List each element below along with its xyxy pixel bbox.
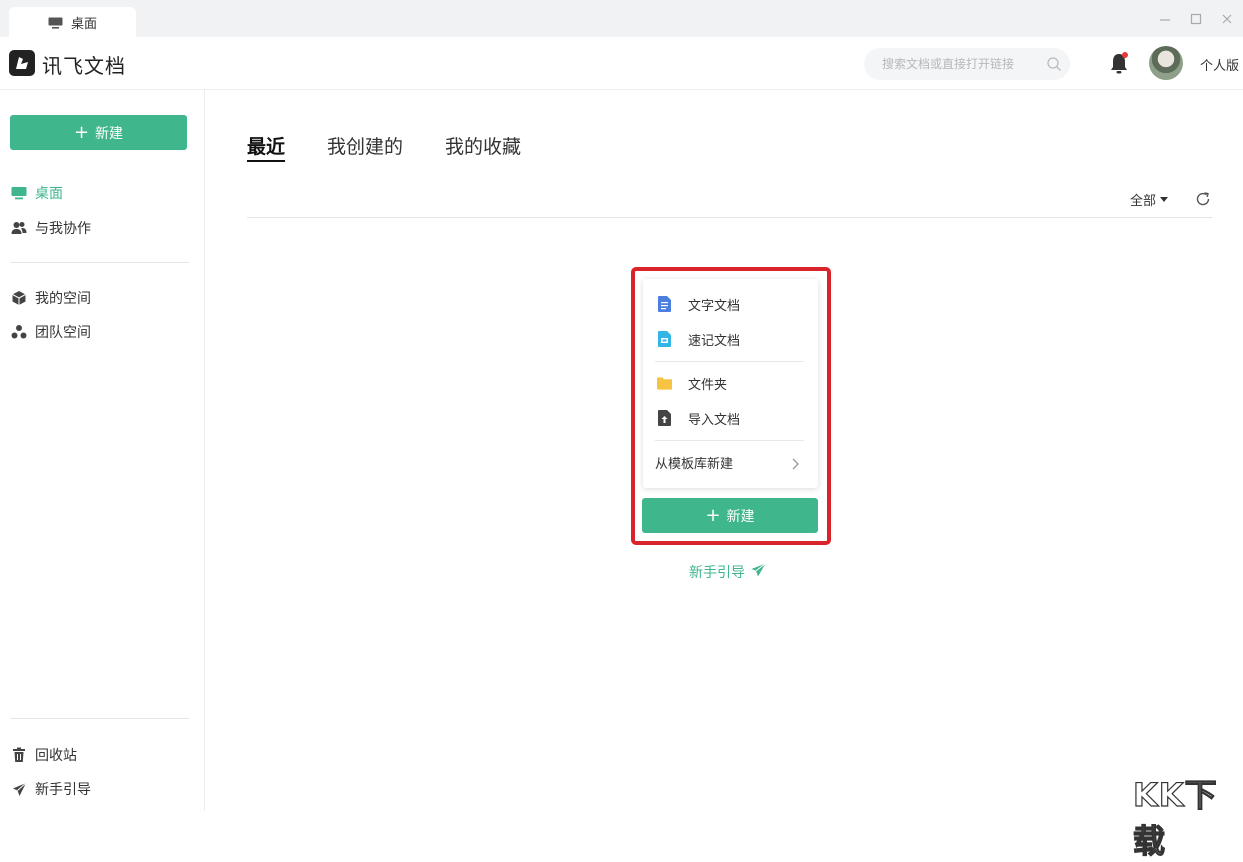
menu-item-label: 速记文档: [688, 333, 741, 349]
sidebar-item-label: 我的空间: [35, 291, 91, 307]
minimize-icon[interactable]: [1158, 12, 1172, 26]
search-icon[interactable]: [1046, 56, 1062, 76]
content-divider: [247, 217, 1212, 218]
sidebar-item-desktop[interactable]: 桌面: [11, 182, 63, 204]
guide-link-label: 新手引导: [689, 565, 745, 581]
beginner-guide-link[interactable]: 新手引导: [689, 562, 766, 582]
menu-separator: [655, 440, 804, 441]
refresh-icon[interactable]: [1195, 191, 1211, 211]
notification-bell-icon[interactable]: [1108, 51, 1130, 79]
sidebar-item-label: 回收站: [35, 748, 77, 764]
app-brand: 讯飞文档: [42, 54, 126, 78]
new-button-label: 新建: [95, 125, 124, 142]
menu-item-label: 导入文档: [688, 412, 741, 428]
tab-favorites[interactable]: 我的收藏: [445, 132, 521, 162]
main-tabs: 最近 我创建的 我的收藏: [247, 132, 521, 162]
sidebar-bottom-divider: [10, 718, 189, 719]
app-header: 讯飞文档 个人版: [0, 37, 1243, 90]
sidebar-item-guide[interactable]: 新手引导: [11, 778, 91, 800]
maximize-icon[interactable]: [1189, 12, 1203, 26]
menu-separator: [655, 361, 804, 362]
close-icon[interactable]: [1220, 12, 1234, 26]
menu-item-label: 文字文档: [688, 298, 741, 314]
send-icon: [751, 563, 766, 581]
team-icon: [11, 324, 27, 340]
sidebar-item-label: 与我协作: [35, 221, 91, 237]
trash-icon: [11, 747, 27, 763]
menu-item-folder[interactable]: 文件夹: [657, 373, 727, 393]
chevron-right-icon: [791, 455, 799, 474]
sidebar-divider: [10, 262, 189, 263]
window-tab-label: 桌面: [70, 16, 97, 32]
filter-dropdown[interactable]: 全部: [1130, 190, 1169, 209]
plus-icon: +: [705, 504, 721, 526]
menu-item-import[interactable]: 导入文档: [657, 408, 740, 428]
shorthand-doc-icon: [657, 331, 672, 347]
title-bar: 桌面: [0, 0, 1243, 37]
send-icon: [11, 781, 27, 797]
menu-new-button-label: 新建: [726, 508, 755, 525]
app-logo: [9, 50, 35, 76]
new-dropdown-menu: 文字文档 速记文档 文件夹 导入文档 从模板库新建: [643, 279, 818, 488]
window-tab[interactable]: 桌面: [9, 7, 136, 37]
new-button[interactable]: + 新建: [10, 115, 187, 150]
sidebar-item-team-space[interactable]: 团队空间: [11, 321, 91, 343]
menu-item-shorthand-doc[interactable]: 速记文档: [657, 329, 740, 349]
import-icon: [657, 410, 672, 426]
avatar[interactable]: [1149, 46, 1183, 80]
sidebar-item-label: 桌面: [35, 186, 63, 202]
monitor-icon: [48, 17, 63, 29]
users-icon: [11, 220, 27, 236]
edition-label[interactable]: 个人版: [1200, 55, 1239, 74]
sidebar-item-collab[interactable]: 与我协作: [11, 217, 91, 239]
tab-created-by-me[interactable]: 我创建的: [327, 132, 403, 162]
menu-new-button[interactable]: + 新建: [642, 498, 818, 533]
cube-icon: [11, 290, 27, 306]
menu-item-label: 文件夹: [688, 377, 728, 393]
sidebar-item-label: 新手引导: [35, 782, 91, 798]
text-doc-icon: [657, 296, 672, 312]
menu-item-from-template[interactable]: 从模板库新建: [655, 452, 733, 472]
tab-recent[interactable]: 最近: [247, 132, 286, 162]
plus-icon: +: [73, 121, 90, 143]
menu-item-text-doc[interactable]: 文字文档: [657, 294, 740, 314]
desktop-icon: [11, 185, 27, 201]
filter-label: 全部: [1130, 194, 1157, 209]
watermark-logo: KK下载: [1132, 775, 1218, 860]
sidebar: + 新建 桌面 与我协作 我的空间 团队空间 回收站 新手引导: [0, 90, 205, 811]
sidebar-item-trash[interactable]: 回收站: [11, 744, 77, 766]
folder-icon: [657, 375, 672, 391]
sidebar-item-label: 团队空间: [35, 325, 91, 341]
sidebar-item-my-space[interactable]: 我的空间: [11, 287, 91, 309]
search-input[interactable]: [864, 48, 1070, 80]
menu-item-label: 从模板库新建: [655, 456, 734, 472]
caret-down-icon: [1160, 197, 1169, 202]
